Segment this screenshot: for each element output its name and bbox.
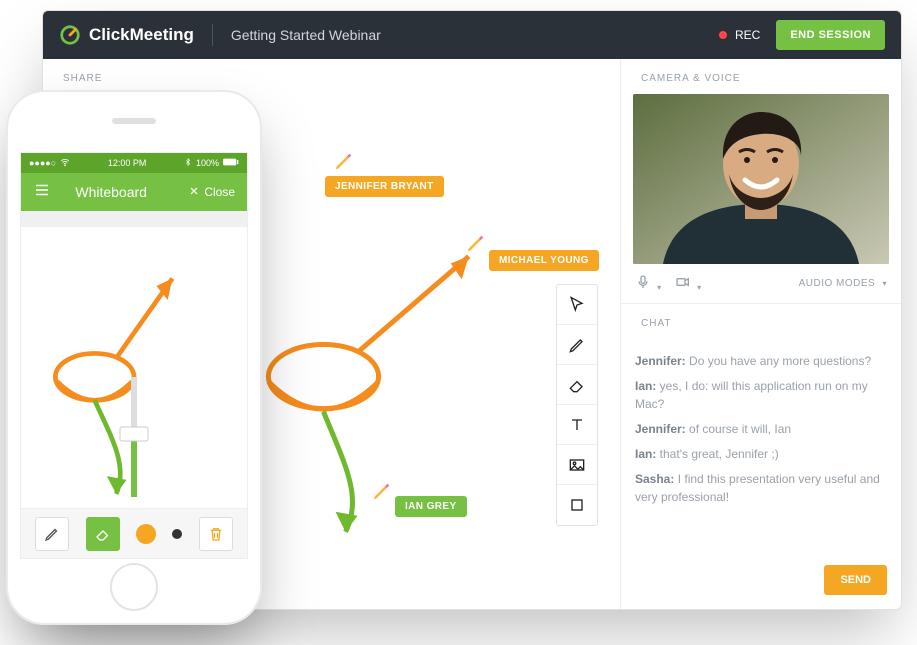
- tool-text-button[interactable]: [557, 405, 597, 445]
- phone-wb-topbar: [21, 211, 247, 227]
- chevron-down-icon: ▾: [882, 279, 887, 288]
- rec-label: REC: [735, 28, 760, 42]
- tool-cursor-button[interactable]: [557, 285, 597, 325]
- chat-messages: Jennifer: Do you have any more questions…: [621, 339, 901, 555]
- battery-label: 100%: [196, 158, 219, 168]
- user-tag-jennifer: JENNIFER BRYANT: [325, 176, 444, 197]
- color-swatch-dark[interactable]: [172, 529, 182, 539]
- user-tag-michael: MICHAEL YOUNG: [489, 250, 599, 271]
- presenter-video[interactable]: [633, 94, 889, 264]
- tool-palette: [556, 284, 598, 526]
- color-swatch-orange[interactable]: [136, 524, 156, 544]
- tool-image-button[interactable]: [557, 445, 597, 485]
- phone-tool-bar: [21, 508, 247, 558]
- brush-size-slider[interactable]: [114, 372, 154, 502]
- chevron-down-icon: ▾: [697, 283, 701, 292]
- user-tag-ian: IAN GREY: [395, 496, 467, 517]
- title-separator: [212, 24, 213, 46]
- chat-message: Jennifer: Do you have any more questions…: [635, 352, 887, 370]
- chat-message: Sasha: I find this presentation very use…: [635, 470, 887, 506]
- phone-screen: ●●●●○ 12:00 PM 100% Whiteboard: [20, 152, 248, 559]
- signal-icon: ●●●●○: [29, 158, 56, 168]
- battery-icon: [223, 158, 239, 168]
- phone-tool-eraser-button[interactable]: [86, 517, 120, 551]
- bluetooth-icon: [184, 157, 192, 169]
- close-icon: [189, 185, 199, 199]
- camera-heading: CAMERA & VOICE: [621, 59, 901, 94]
- pencil-cursor-icon: [465, 232, 487, 254]
- chat-panel: CHAT Jennifer: Do you have any more ques…: [621, 303, 901, 609]
- record-dot-icon: [719, 31, 727, 39]
- webinar-title: Getting Started Webinar: [231, 27, 381, 43]
- appbar-title: Whiteboard: [45, 184, 177, 200]
- end-session-button[interactable]: END SESSION: [776, 20, 885, 50]
- clickmeeting-logo-icon: [59, 24, 81, 46]
- phone-tool-pencil-button[interactable]: [35, 517, 69, 551]
- appbar-close-button[interactable]: Close: [189, 185, 235, 199]
- chat-message: Jennifer: of course it will, Ian: [635, 420, 887, 438]
- mic-toggle-button[interactable]: ▾: [635, 274, 661, 293]
- av-controls: ▾ ▾ AUDIO MODES ▾: [621, 264, 901, 303]
- brand-name: ClickMeeting: [89, 25, 194, 45]
- pencil-cursor-icon: [333, 150, 355, 172]
- tool-eraser-button[interactable]: [557, 365, 597, 405]
- phone-whiteboard[interactable]: [21, 227, 247, 508]
- camera-toggle-button[interactable]: ▾: [675, 274, 701, 293]
- phone-mockup: ●●●●○ 12:00 PM 100% Whiteboard: [6, 90, 262, 625]
- phone-tool-delete-button[interactable]: [199, 517, 233, 551]
- titlebar: ClickMeeting Getting Started Webinar REC…: [43, 11, 901, 59]
- chat-message: Ian: yes, I do: will this application ru…: [635, 377, 887, 413]
- pencil-cursor-icon: [371, 480, 393, 502]
- right-column: CAMERA & VOICE: [621, 59, 901, 609]
- chat-message: Ian: that's great, Jennifer ;): [635, 445, 887, 463]
- share-heading: SHARE: [43, 59, 620, 94]
- phone-statusbar: ●●●●○ 12:00 PM 100%: [21, 153, 247, 173]
- tool-rect-button[interactable]: [557, 485, 597, 525]
- chevron-down-icon: ▾: [657, 283, 661, 292]
- send-button[interactable]: SEND: [824, 565, 887, 595]
- wifi-icon: [60, 157, 70, 169]
- brand-logo: ClickMeeting: [59, 24, 194, 46]
- status-time: 12:00 PM: [108, 158, 147, 168]
- camera-preview: [621, 94, 901, 264]
- tool-pencil-button[interactable]: [557, 325, 597, 365]
- chat-heading: CHAT: [621, 304, 901, 339]
- phone-appbar: Whiteboard Close: [21, 173, 247, 211]
- recording-indicator[interactable]: REC: [719, 28, 760, 42]
- audio-modes-button[interactable]: AUDIO MODES ▾: [799, 278, 887, 289]
